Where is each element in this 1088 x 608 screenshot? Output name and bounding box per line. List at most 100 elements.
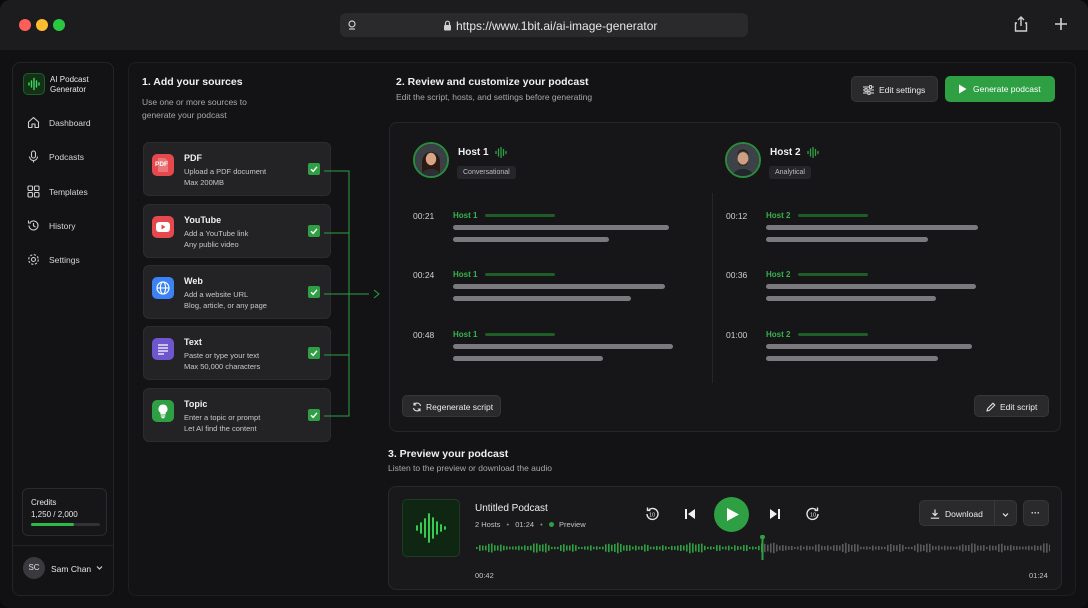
waveform-bar — [476, 547, 478, 549]
address-bar[interactable]: https://www.1bit.ai/ai-image-generator — [340, 13, 748, 37]
waveform-bar — [503, 545, 505, 551]
rewind-10-icon[interactable]: 10 — [644, 506, 660, 522]
source-description: Upload a PDF document — [184, 167, 267, 176]
review-title: 2. Review and customize your podcast — [396, 76, 589, 88]
waveform-bar — [728, 545, 730, 551]
source-checkbox[interactable] — [308, 286, 320, 298]
playhead[interactable] — [761, 536, 764, 560]
source-description: Add a website URL — [184, 290, 249, 299]
host-2-name: Host 2 — [770, 147, 801, 158]
waveform-bar — [782, 545, 784, 551]
sidebar-item-templates[interactable]: Templates — [27, 184, 112, 200]
segment-speaker: Host 1 — [453, 330, 478, 339]
minimize-window-button[interactable] — [36, 19, 48, 31]
waveform-bar — [683, 545, 685, 551]
waveform-bar — [839, 545, 841, 551]
source-card-pdf[interactable]: PDF PDF Upload a PDF document Max 200MB — [143, 142, 331, 196]
waveform-bar — [515, 546, 517, 550]
waveform-bar — [806, 545, 808, 551]
host-2-avatar — [725, 142, 761, 178]
user-name[interactable]: Sam Chan — [51, 564, 91, 574]
sidebar-item-history[interactable]: History — [27, 218, 112, 234]
share-icon[interactable] — [1014, 16, 1028, 32]
youtube-icon — [152, 216, 174, 238]
waveform-bar — [974, 543, 976, 553]
script-line — [453, 284, 665, 289]
waveform-bar — [713, 546, 715, 550]
regenerate-script-button[interactable]: Regenerate script — [402, 395, 501, 417]
waveform-bar — [1031, 546, 1033, 550]
source-checkbox[interactable] — [308, 163, 320, 175]
browser-titlebar: https://www.1bit.ai/ai-image-generator — [0, 0, 1088, 50]
generate-podcast-button[interactable]: Generate podcast — [945, 76, 1055, 102]
waveform-bar — [827, 545, 829, 551]
waveform-bar — [863, 546, 865, 550]
waveform-bar — [950, 546, 952, 550]
waveform-bar — [962, 544, 964, 552]
waveform-bar — [1022, 546, 1024, 550]
waveform-bar — [1013, 545, 1015, 551]
forward-10-icon[interactable]: 10 — [805, 506, 821, 522]
waveform-bar — [824, 546, 826, 550]
skip-next-icon[interactable] — [768, 507, 782, 521]
segment-speaker: Host 2 — [766, 330, 791, 339]
source-card-text[interactable]: Text Paste or type your text Max 50,000 … — [143, 326, 331, 380]
sidebar-item-settings[interactable]: Settings — [27, 252, 112, 268]
waveform-bar — [488, 543, 490, 553]
sidebar-divider — [13, 545, 113, 546]
podcast-cover — [402, 499, 460, 557]
waveform-bar — [1004, 545, 1006, 551]
user-avatar[interactable]: SC — [23, 557, 45, 579]
source-title: Topic — [184, 399, 208, 409]
host-1-avatar — [413, 142, 449, 178]
podcast-meta: 2 Hosts • 01:24 • Preview — [475, 520, 586, 529]
close-window-button[interactable] — [19, 19, 31, 31]
microphone-icon — [28, 150, 39, 163]
waveform-bar — [794, 546, 796, 550]
new-tab-icon[interactable] — [1054, 17, 1068, 31]
waveform-logo-icon — [28, 77, 40, 91]
edit-settings-button[interactable]: Edit settings — [851, 76, 938, 102]
waveform-bar — [986, 546, 988, 550]
source-card-web[interactable]: Web Add a website URL Blog, article, or … — [143, 265, 331, 319]
hosts-count: 2 Hosts — [475, 520, 501, 529]
chevron-down-icon[interactable] — [95, 563, 104, 572]
waveform-bar — [617, 542, 619, 554]
waveform-bar — [716, 545, 718, 551]
sidebar: AI Podcast Generator Dashboard Podcasts — [12, 62, 114, 596]
site-info-icon[interactable] — [346, 19, 358, 31]
waveform-bar — [704, 545, 706, 551]
source-limit: Max 200MB — [184, 178, 225, 187]
waveform-bar — [740, 546, 742, 550]
meta-separator: • — [506, 520, 510, 529]
source-card-topic[interactable]: Topic Enter a topic or prompt Let AI fin… — [143, 388, 331, 442]
waveform-bar — [923, 544, 925, 552]
sidebar-item-podcasts[interactable]: Podcasts — [27, 149, 112, 165]
download-button[interactable]: Download — [919, 500, 1017, 526]
maximize-window-button[interactable] — [53, 19, 65, 31]
waveform-bar — [500, 544, 502, 552]
edit-script-button[interactable]: Edit script — [974, 395, 1049, 417]
playhead-knob[interactable] — [760, 535, 765, 540]
source-checkbox[interactable] — [308, 225, 320, 237]
audio-waveform-scrubber[interactable] — [475, 535, 1050, 563]
waveform-bar — [536, 543, 538, 553]
source-description: Enter a topic or prompt — [184, 413, 261, 422]
play-button[interactable] — [714, 497, 749, 532]
source-checkbox[interactable] — [308, 409, 320, 421]
waveform-bar — [722, 546, 724, 550]
chevron-down-icon[interactable] — [1001, 510, 1010, 519]
host-1-name: Host 1 — [458, 147, 489, 158]
source-card-youtube[interactable]: YouTube Add a YouTube link Any public vi… — [143, 204, 331, 258]
waveform-bar — [1037, 545, 1039, 551]
skip-previous-icon[interactable] — [683, 507, 697, 521]
source-checkbox[interactable] — [308, 347, 320, 359]
sidebar-item-dashboard[interactable]: Dashboard — [27, 115, 112, 131]
preview-title: 3. Preview your podcast — [388, 448, 509, 460]
waveform-bar — [893, 545, 895, 551]
waveform-bar — [638, 546, 640, 550]
sidebar-item-label: History — [49, 221, 76, 231]
sources-subtitle-line2: generate your podcast — [142, 110, 227, 120]
credits-card: Credits 1,250 / 2,000 — [22, 488, 107, 536]
more-options-button[interactable]: ··· — [1023, 500, 1049, 526]
